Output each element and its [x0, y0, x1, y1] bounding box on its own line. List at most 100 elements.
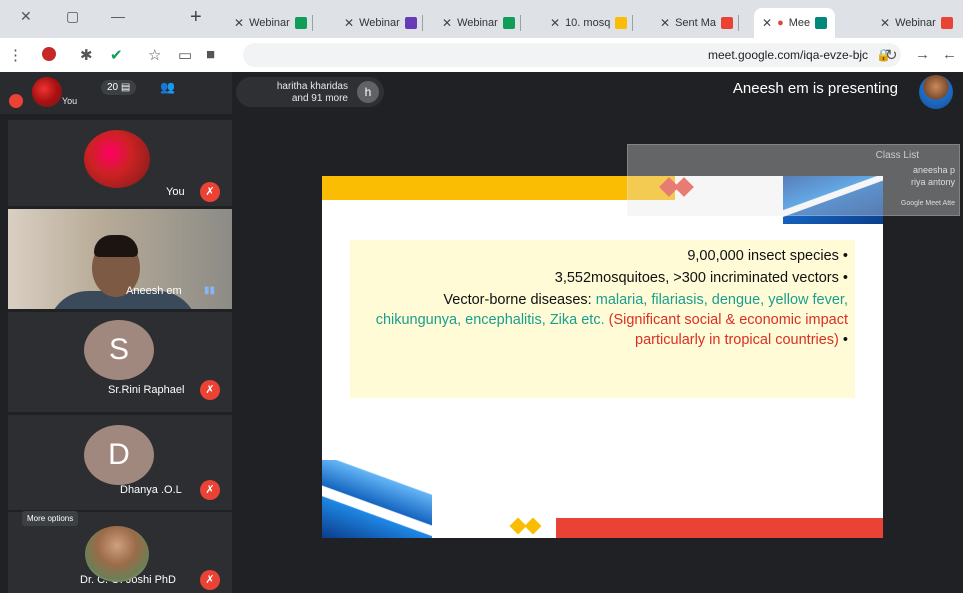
meet-icon — [815, 17, 828, 29]
tab-6[interactable]: ✕ Webinar — [344, 10, 423, 36]
tab-5[interactable]: ✕ Webinar — [442, 10, 521, 36]
speaking-indicator-icon: ▮▮ — [204, 285, 216, 296]
overlay-line: aneesha p — [912, 165, 955, 175]
presenter-avatar — [919, 75, 953, 109]
bullet-text: 3,552mosquitoes, >300 incriminated vecto… — [554, 270, 839, 286]
url-text: meet.google.com/iqa-evze-bjc — [707, 48, 869, 62]
reload-icon[interactable]: ↻ — [885, 46, 898, 64]
mic-off-icon: ✗ — [200, 480, 220, 500]
drive-icon — [615, 17, 628, 29]
tab-label: Sent Ma — [675, 17, 717, 29]
tab-label: Mee — [788, 17, 811, 29]
bullet-item: 3,552mosquitoes, >300 incriminated vecto… — [554, 270, 848, 286]
participant-avatar — [85, 526, 149, 582]
extension-check-icon[interactable]: ✔ — [110, 46, 123, 64]
participant-video-aneesh[interactable]: ▮▮ Aneesh em — [8, 209, 232, 309]
tab-separator — [421, 15, 423, 31]
overlay-title: Class List — [875, 150, 919, 161]
bullet-text-impact: (Significant social & economic impact pa… — [608, 312, 848, 348]
class-list-overlay[interactable]: Class List aneesha p riya antony Google … — [627, 144, 960, 216]
forms-icon — [404, 17, 417, 29]
close-window-icon[interactable]: ✕ — [20, 8, 32, 25]
slide-bullets: 9,00,000 insect species • 3,552mosquitoe… — [358, 246, 848, 352]
minimize-window-icon[interactable]: — — [111, 8, 125, 24]
speaker-avatar: h — [357, 81, 379, 103]
bookmark-star-icon[interactable]: ☆ — [148, 46, 161, 64]
overlay-line: riya antony — [910, 177, 955, 187]
presenting-label: Aneesh em is presenting — [732, 80, 898, 97]
close-tab-icon[interactable]: ✕ — [234, 16, 244, 30]
slide-content-box: 9,00,000 insect species • 3,552mosquitoe… — [350, 240, 855, 398]
tab-4[interactable]: ✕ 10. mosq — [550, 10, 634, 36]
speaker-name: haritha kharidas — [276, 81, 348, 92]
gmail-icon — [721, 17, 734, 29]
mic-off-icon: ✗ — [200, 182, 220, 202]
mic-off-icon — [9, 94, 23, 108]
participant-avatar — [84, 130, 150, 188]
tab-label: Webinar — [457, 17, 498, 29]
tab-3[interactable]: ✕ Sent Ma — [660, 10, 740, 36]
bullet-item: 9,00,000 insect species • — [687, 248, 848, 264]
cast-icon[interactable]: ▭ — [178, 46, 192, 64]
tab-label: Webinar — [895, 17, 936, 29]
tab-label: Webinar — [359, 17, 400, 29]
tab-separator — [738, 15, 740, 31]
video-person-hair — [94, 235, 138, 257]
sheets-icon — [294, 17, 307, 29]
self-avatar[interactable] — [32, 77, 62, 107]
participant-tile-dhanya[interactable]: D ✗ Dhanya .O.L — [8, 415, 232, 510]
chat-count-badge[interactable]: 20 ▤ — [101, 80, 137, 95]
overlay-line: Google Meet Atte — [900, 200, 955, 207]
speaker-more: and 91 more — [291, 93, 348, 104]
forward-icon[interactable]: → — [915, 46, 930, 63]
close-tab-icon[interactable]: ✕ — [660, 16, 670, 30]
close-tab-icon[interactable]: ✕ — [550, 16, 560, 30]
tab-label: 10. mosq — [565, 17, 611, 29]
tab-separator — [519, 15, 521, 31]
back-icon[interactable]: ← — [942, 46, 957, 63]
more-options-tooltip: More options — [22, 511, 79, 526]
tab-separator — [311, 15, 313, 31]
slide-accent-bar — [322, 176, 675, 200]
participant-avatar: S — [84, 320, 154, 380]
close-tab-icon[interactable]: ✕ — [880, 16, 890, 30]
camera-icon[interactable]: ■ — [206, 46, 215, 63]
participant-count: 20 — [107, 82, 119, 93]
mic-off-icon: ✗ — [200, 570, 220, 590]
bullet-item: Vector-borne diseases: malaria, filarias… — [375, 292, 848, 348]
browser-toolbar: ⋮ ✱ ✔ ☆ ▭ ■ meet.google.com/iqa-evze-bjc… — [0, 38, 963, 73]
participant-name: Sr.Rini Raphael — [108, 384, 185, 396]
gmail-icon — [940, 17, 953, 29]
speaker-text: haritha kharidas and 91 more — [277, 81, 348, 105]
participant-tile-you[interactable]: ✗ You — [8, 120, 232, 206]
people-icon[interactable]: 👥 — [160, 80, 175, 94]
bullet-text: Vector-borne diseases: — [443, 292, 592, 308]
active-speaker-chip: h haritha kharidas and 91 more — [236, 77, 384, 107]
maximize-window-icon[interactable]: ▢ — [66, 8, 79, 25]
tab-separator — [632, 15, 634, 31]
participant-tile-rini[interactable]: S ✗ Sr.Rini Raphael — [8, 312, 232, 412]
bullet-text: 9,00,000 insect species — [687, 248, 839, 264]
slide-diamond-decoration — [524, 517, 542, 535]
close-tab-icon[interactable]: ✕ — [442, 16, 452, 30]
tab-1[interactable]: ✕ Webinar — [880, 10, 953, 36]
self-label: You — [62, 96, 78, 106]
close-tab-icon[interactable]: ✕ — [762, 16, 772, 30]
new-tab-icon[interactable]: + — [190, 6, 202, 29]
tab-2[interactable]: ✕ ● Mee — [754, 8, 836, 38]
extension-puzzle-icon[interactable]: ✱ — [80, 46, 93, 64]
participant-avatar: D — [84, 425, 154, 485]
mic-off-icon: ✗ — [200, 380, 220, 400]
close-tab-icon[interactable]: ✕ — [344, 16, 354, 30]
tab-label: Webinar — [249, 17, 290, 29]
address-bar[interactable]: meet.google.com/iqa-evze-bjc 🔒 — [243, 43, 901, 67]
slide-accent-bar — [556, 518, 883, 538]
slide-stripe-decoration — [322, 460, 432, 538]
profile-avatar-icon[interactable] — [42, 47, 56, 61]
participant-name: You — [166, 186, 185, 198]
sheets-icon — [502, 17, 515, 29]
presentation-slide: 9,00,000 insect species • 3,552mosquitoe… — [322, 176, 883, 538]
tab-7[interactable]: ✕ Webinar — [234, 10, 313, 36]
menu-dots-icon[interactable]: ⋮ — [8, 46, 23, 64]
participant-name: Dhanya .O.L — [120, 484, 182, 496]
